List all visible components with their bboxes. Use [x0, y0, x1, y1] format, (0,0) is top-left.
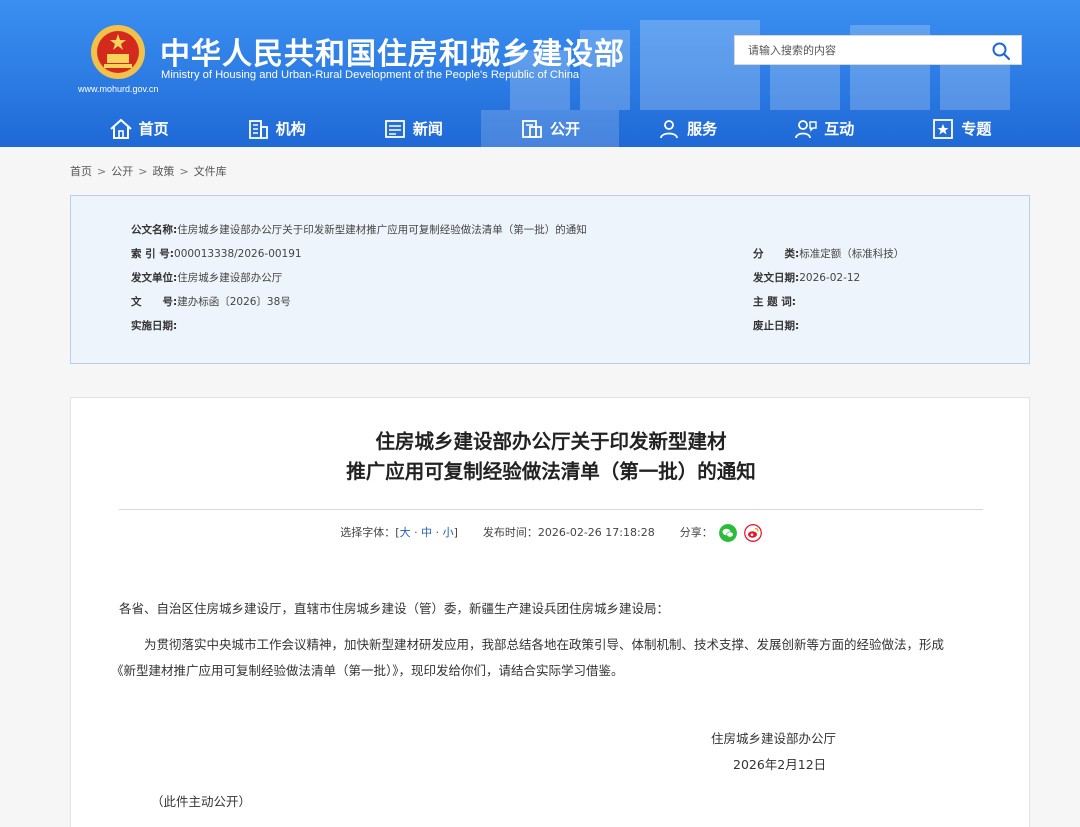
- meta-effective-date: 实施日期:: [131, 318, 177, 333]
- breadcrumb-disclosure[interactable]: 公开: [111, 165, 133, 178]
- topic-icon: [933, 118, 954, 139]
- national-emblem-icon: [91, 25, 145, 79]
- nav-item-topics[interactable]: 专题: [893, 110, 1030, 147]
- site-header: www.mohurd.gov.cn 中华人民共和国住房和城乡建设部 Minist…: [0, 0, 1080, 147]
- home-icon: [109, 118, 132, 139]
- publish-label: 发布时间：: [482, 526, 538, 539]
- breadcrumb-separator: >: [97, 165, 107, 178]
- breadcrumb-home[interactable]: 首页: [70, 165, 92, 178]
- signature-org: 住房城乡建设部办公厅: [711, 731, 837, 746]
- nav-label: 专题: [961, 120, 992, 138]
- search-input[interactable]: [735, 36, 985, 64]
- meta-label: 索 引 号:: [131, 248, 175, 260]
- meta-label: 分 类:: [753, 248, 800, 260]
- body-line: 《新型建材推广应用可复制经验做法清单（第一批）》，现印发给你们，请结合实际学习借…: [111, 663, 624, 678]
- meta-keywords: 主 题 词:: [753, 294, 796, 309]
- document-metadata-box: 公文名称:住房城乡建设部办公厅关于印发新型建材推广应用可复制经验做法清单（第一批…: [70, 195, 1030, 364]
- wechat-share-icon[interactable]: [719, 524, 738, 542]
- breadcrumb-library[interactable]: 文件库: [194, 165, 227, 178]
- nav-item-disclosure[interactable]: 公开: [481, 110, 619, 147]
- nav-label: 公开: [549, 120, 580, 138]
- site-subtitle: Ministry of Housing and Urban-Rural Deve…: [161, 69, 580, 81]
- nav-label: 新闻: [412, 120, 443, 138]
- breadcrumb-policy[interactable]: 政策: [152, 165, 174, 178]
- nav-item-news[interactable]: 新闻: [344, 110, 481, 147]
- body-paragraph: 为贯彻落实中央城市工作会议精神，加快新型建材研发应用，我部总结各地在政策引导、体…: [119, 631, 985, 658]
- meta-expire-date: 废止日期:: [753, 318, 799, 333]
- body-line: 为贯彻落实中央城市工作会议精神，加快新型建材研发应用，我部总结各地在政策引导、体…: [144, 637, 945, 652]
- nav-item-services[interactable]: 服务: [619, 110, 756, 147]
- interact-icon: [795, 119, 817, 138]
- nav-label: 机构: [275, 120, 306, 138]
- article-title-line: 住房城乡建设部办公厅关于印发新型建材: [375, 430, 727, 453]
- share-label: 分享：: [679, 526, 713, 539]
- meta-label: 主 题 词:: [753, 296, 797, 308]
- nav-item-institutions[interactable]: 机构: [207, 110, 344, 147]
- site-domain: www.mohurd.gov.cn: [78, 84, 159, 94]
- meta-value: 住房城乡建设部办公厅: [177, 272, 283, 284]
- service-icon: [660, 119, 679, 138]
- nav-item-interact[interactable]: 互动: [756, 110, 893, 147]
- meta-issuer: 发文单位:住房城乡建设部办公厅: [131, 270, 282, 285]
- main-nav: 首页 机构 新闻 公开 服务 互动 专题: [70, 110, 1030, 147]
- meta-label: 公文名称:: [131, 224, 178, 236]
- article-info-bar: 选择字体：[大 · 中 · 小] 发布时间：2026-02-26 17:18:2…: [71, 524, 1031, 542]
- site-title[interactable]: 中华人民共和国住房和城乡建设部: [160, 29, 625, 73]
- font-small-link[interactable]: 小: [443, 526, 454, 539]
- breadcrumb-separator: >: [138, 165, 148, 178]
- nav-label: 互动: [824, 120, 855, 138]
- font-size-label: 选择字体：[: [340, 526, 400, 539]
- article-title-line: 推广应用可复制经验做法清单（第一批）的通知: [346, 460, 756, 483]
- meta-value: 000013338/2026-00191: [174, 248, 302, 260]
- disclosure-icon: [522, 119, 542, 138]
- breadcrumb: 首页 > 公开 > 政策 > 文件库: [70, 163, 227, 179]
- meta-value: 标准定额（标准科技）: [799, 248, 905, 260]
- nav-label: 首页: [138, 120, 169, 138]
- meta-index-no: 索 引 号:000013338/2026-00191: [131, 246, 302, 261]
- meta-doc-number: 文 号:建办标函〔2026〕38号: [131, 294, 291, 309]
- signature-date: 2026年2月12日: [733, 757, 827, 772]
- meta-label: 文 号:: [131, 296, 178, 308]
- article-container: 住房城乡建设部办公厅关于印发新型建材 推广应用可复制经验做法清单（第一批）的通知…: [70, 397, 1030, 827]
- news-icon: [384, 119, 405, 138]
- meta-doc-name: 公文名称:住房城乡建设部办公厅关于印发新型建材推广应用可复制经验做法清单（第一批…: [131, 222, 587, 237]
- search-box: [734, 35, 1022, 65]
- meta-category: 分 类:标准定额（标准科技）: [753, 246, 904, 261]
- meta-label: 废止日期:: [753, 320, 800, 332]
- article-title: 住房城乡建设部办公厅关于印发新型建材 推广应用可复制经验做法清单（第一批）的通知: [71, 427, 1031, 487]
- meta-issue-date: 发文日期:2026-02-12: [753, 270, 860, 285]
- font-medium-link[interactable]: 中: [421, 526, 432, 539]
- font-size-close: ]: [453, 526, 458, 539]
- font-large-link[interactable]: 大: [400, 526, 411, 539]
- meta-label: 发文日期:: [753, 272, 800, 284]
- meta-label: 发文单位:: [131, 272, 178, 284]
- building-icon: [248, 119, 268, 139]
- body-paragraph-cont: 《新型建材推广应用可复制经验做法清单（第一批）》，现印发给你们，请结合实际学习借…: [111, 657, 977, 684]
- nav-item-home[interactable]: 首页: [70, 110, 207, 147]
- nav-label: 服务: [687, 120, 718, 138]
- search-icon[interactable]: [991, 41, 1011, 61]
- publicity-note: （此件主动公开）: [151, 794, 252, 809]
- salutation: 各省、自治区住房城乡建设厅，直辖市住房城乡建设（管）委，新疆生产建设兵团住房城乡…: [119, 601, 670, 616]
- meta-value: 2026-02-12: [799, 272, 861, 284]
- breadcrumb-separator: >: [179, 165, 189, 178]
- weibo-share-icon[interactable]: [743, 524, 762, 542]
- meta-label: 实施日期:: [131, 320, 178, 332]
- meta-value: 建办标函〔2026〕38号: [177, 296, 291, 308]
- meta-value: 住房城乡建设部办公厅关于印发新型建材推广应用可复制经验做法清单（第一批）的通知: [177, 224, 587, 236]
- title-divider: [119, 509, 983, 510]
- publish-time: 2026-02-26 17:18:28: [537, 526, 655, 539]
